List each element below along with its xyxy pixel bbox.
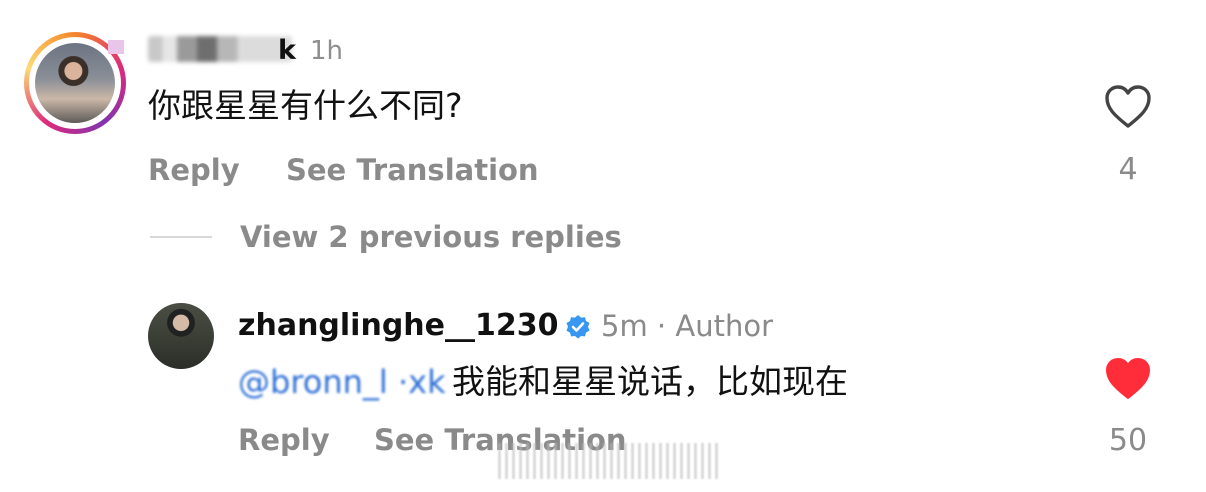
comment-username[interactable]: zhanglinghe__1230 (238, 309, 559, 343)
like-count: 4 (1118, 152, 1138, 187)
mention-link[interactable]: @bronn_l ·xk (238, 360, 446, 404)
thread-line (150, 236, 212, 238)
like-count: 50 (1108, 423, 1148, 458)
heart-outline-icon[interactable] (1104, 84, 1152, 130)
watermark (498, 443, 720, 479)
see-translation-button[interactable]: See Translation (286, 153, 539, 187)
comment-meta: 5m · Author (601, 309, 773, 343)
avatar[interactable] (35, 43, 115, 123)
comment-text: 我能和星星说话，比如现在 (452, 362, 848, 401)
comment-text: 你跟星星有什么不同? (148, 86, 463, 125)
redaction-mark (108, 40, 124, 54)
avatar[interactable] (148, 303, 214, 369)
reply-button[interactable]: Reply (238, 423, 330, 457)
comment-username[interactable]: k (278, 36, 296, 66)
blurred-username (148, 36, 292, 62)
view-previous-replies-button[interactable]: View 2 previous replies (240, 220, 622, 254)
verified-badge-icon (565, 314, 591, 340)
heart-filled-icon[interactable] (1104, 356, 1152, 402)
comment-time: 1h (310, 36, 344, 66)
reply-button[interactable]: Reply (148, 153, 240, 187)
